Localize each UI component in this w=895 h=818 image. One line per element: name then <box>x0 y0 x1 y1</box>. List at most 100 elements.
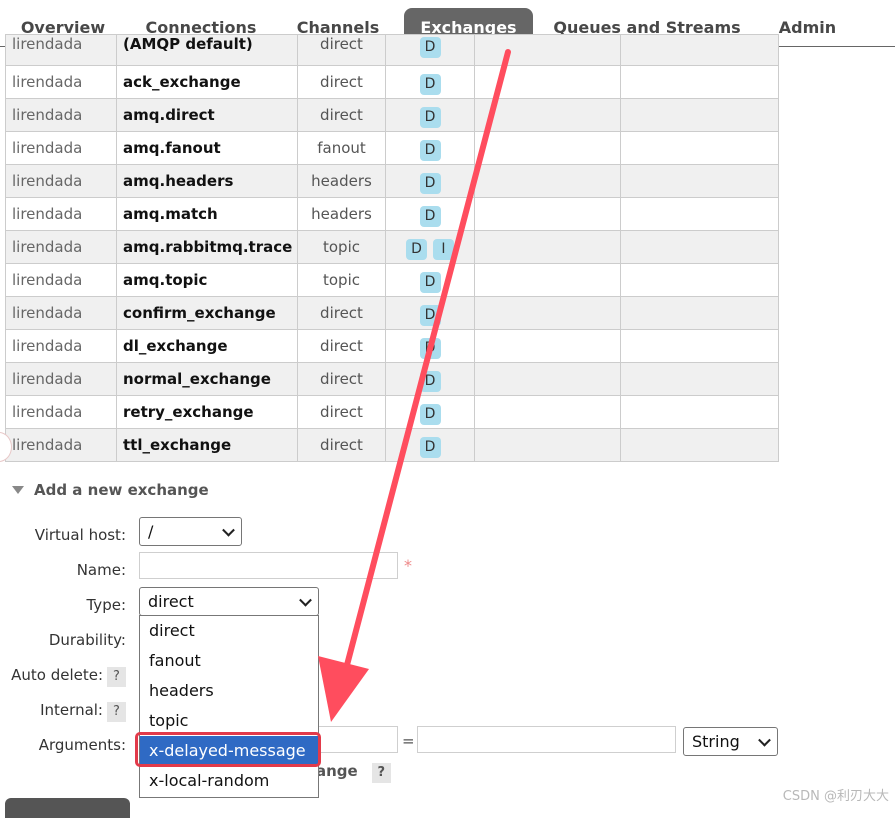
add-exchange-button[interactable] <box>5 798 130 818</box>
add-argument-label: ange? <box>316 762 391 783</box>
exchange-type-cell: direct <box>297 98 386 132</box>
exchange-name-cell[interactable]: amq.headers <box>116 164 298 198</box>
rate-cell <box>620 263 779 297</box>
table-row[interactable]: lirendada retry_exchange direct D <box>5 395 779 429</box>
add-argument-text: ange <box>316 762 358 780</box>
chevron-down-icon <box>222 523 235 537</box>
feature-badge: D <box>419 403 441 425</box>
exchange-type-cell: headers <box>297 197 386 231</box>
add-exchange-section-toggle[interactable]: Add a new exchange <box>12 481 209 499</box>
exchange-name-input[interactable] <box>139 552 398 579</box>
table-row[interactable]: lirendada amq.headers headers D <box>5 164 779 198</box>
exchange-name-cell[interactable]: (AMQP default) <box>116 34 298 66</box>
vhost-cell: lirendada <box>5 164 117 198</box>
exchange-name-cell[interactable]: amq.rabbitmq.trace <box>116 230 298 264</box>
vhost-cell: lirendada <box>5 34 117 66</box>
exchange-name-cell[interactable]: amq.topic <box>116 263 298 297</box>
table-row[interactable]: lirendada normal_exchange direct D <box>5 362 779 396</box>
type-option-headers[interactable]: headers <box>140 676 318 706</box>
vhost-cell: lirendada <box>5 98 117 132</box>
vhost-cell: lirendada <box>5 197 117 231</box>
exchange-name-cell[interactable]: retry_exchange <box>116 395 298 429</box>
argument-equals-sign: = <box>402 732 415 750</box>
exchange-name-cell[interactable]: confirm_exchange <box>116 296 298 330</box>
table-row[interactable]: lirendada amq.match headers D <box>5 197 779 231</box>
type-option-direct[interactable]: direct <box>140 616 318 646</box>
vhost-cell: lirendada <box>5 131 117 165</box>
table-row[interactable]: lirendada dl_exchange direct D <box>5 329 779 363</box>
table-row[interactable]: lirendada (AMQP default) direct D <box>5 34 779 66</box>
table-row[interactable]: lirendada confirm_exchange direct D <box>5 296 779 330</box>
arguments-label: Arguments: <box>38 736 126 754</box>
rate-cell <box>620 164 779 198</box>
features-cell: D <box>385 34 475 66</box>
exchange-type-cell: topic <box>297 230 386 264</box>
rate-cell <box>620 395 779 429</box>
feature-badge: D <box>419 172 441 194</box>
features-cell: D <box>385 329 475 363</box>
table-row[interactable]: lirendada amq.rabbitmq.trace topic D I <box>5 230 779 264</box>
argument-type-select[interactable]: String <box>683 727 778 756</box>
features-cell: D <box>385 98 475 132</box>
rate-cell <box>474 329 621 363</box>
table-row[interactable]: lirendada ttl_exchange direct D <box>5 428 779 462</box>
exchange-type-cell: direct <box>297 329 386 363</box>
vhost-label: Virtual host: <box>34 526 126 544</box>
vhost-cell: lirendada <box>5 230 117 264</box>
argument-value-input[interactable] <box>417 726 676 753</box>
features-cell: D <box>385 296 475 330</box>
exchange-name-cell[interactable]: normal_exchange <box>116 362 298 396</box>
chevron-down-icon <box>299 593 312 607</box>
vhost-cell: lirendada <box>5 296 117 330</box>
table-row[interactable]: lirendada amq.direct direct D <box>5 98 779 132</box>
table-row[interactable]: lirendada amq.fanout fanout D <box>5 131 779 165</box>
features-cell: D <box>385 131 475 165</box>
exchange-type-cell: topic <box>297 263 386 297</box>
exchange-type-cell: direct <box>297 65 386 99</box>
required-asterisk: * <box>404 556 412 575</box>
rate-cell <box>474 395 621 429</box>
type-label: Type: <box>86 596 126 614</box>
type-select[interactable]: direct <box>139 587 319 616</box>
rate-cell <box>474 230 621 264</box>
auto-delete-help-icon[interactable]: ? <box>107 667 126 687</box>
rate-cell <box>620 131 779 165</box>
rate-cell <box>474 34 621 66</box>
add-argument-help-icon[interactable]: ? <box>371 763 391 783</box>
internal-text: Internal: <box>40 701 103 719</box>
feature-badge: D <box>419 337 441 359</box>
argument-type-value: String <box>692 732 740 751</box>
features-cell: DI <box>385 230 475 264</box>
features-cell: D <box>385 428 475 462</box>
name-label: Name: <box>76 561 126 579</box>
rate-cell <box>620 65 779 99</box>
rate-cell <box>474 164 621 198</box>
rate-cell <box>620 230 779 264</box>
exchange-type-cell: direct <box>297 34 386 66</box>
type-option-fanout[interactable]: fanout <box>140 646 318 676</box>
rate-cell <box>474 362 621 396</box>
exchange-name-cell[interactable]: ttl_exchange <box>116 428 298 462</box>
exchange-name-cell[interactable]: dl_exchange <box>116 329 298 363</box>
vhost-select[interactable]: / <box>139 517 242 546</box>
vhost-select-value: / <box>148 522 154 541</box>
collapse-triangle-icon <box>12 486 24 494</box>
table-row[interactable]: lirendada ack_exchange direct D <box>5 65 779 99</box>
exchange-name-cell[interactable]: amq.fanout <box>116 131 298 165</box>
type-option-x-local-random[interactable]: x-local-random <box>140 766 318 796</box>
exchange-type-cell: direct <box>297 362 386 396</box>
feature-badge: D <box>419 370 441 392</box>
features-cell: D <box>385 263 475 297</box>
exchange-name-cell[interactable]: amq.match <box>116 197 298 231</box>
exchange-name-cell[interactable]: amq.direct <box>116 98 298 132</box>
vhost-cell: lirendada <box>5 329 117 363</box>
table-row[interactable]: lirendada amq.topic topic D <box>5 263 779 297</box>
rate-cell <box>474 428 621 462</box>
rate-cell <box>620 98 779 132</box>
rate-cell <box>620 296 779 330</box>
features-cell: D <box>385 362 475 396</box>
feature-badge: D <box>419 37 441 58</box>
internal-help-icon[interactable]: ? <box>107 702 126 722</box>
rate-cell <box>474 263 621 297</box>
exchange-name-cell[interactable]: ack_exchange <box>116 65 298 99</box>
